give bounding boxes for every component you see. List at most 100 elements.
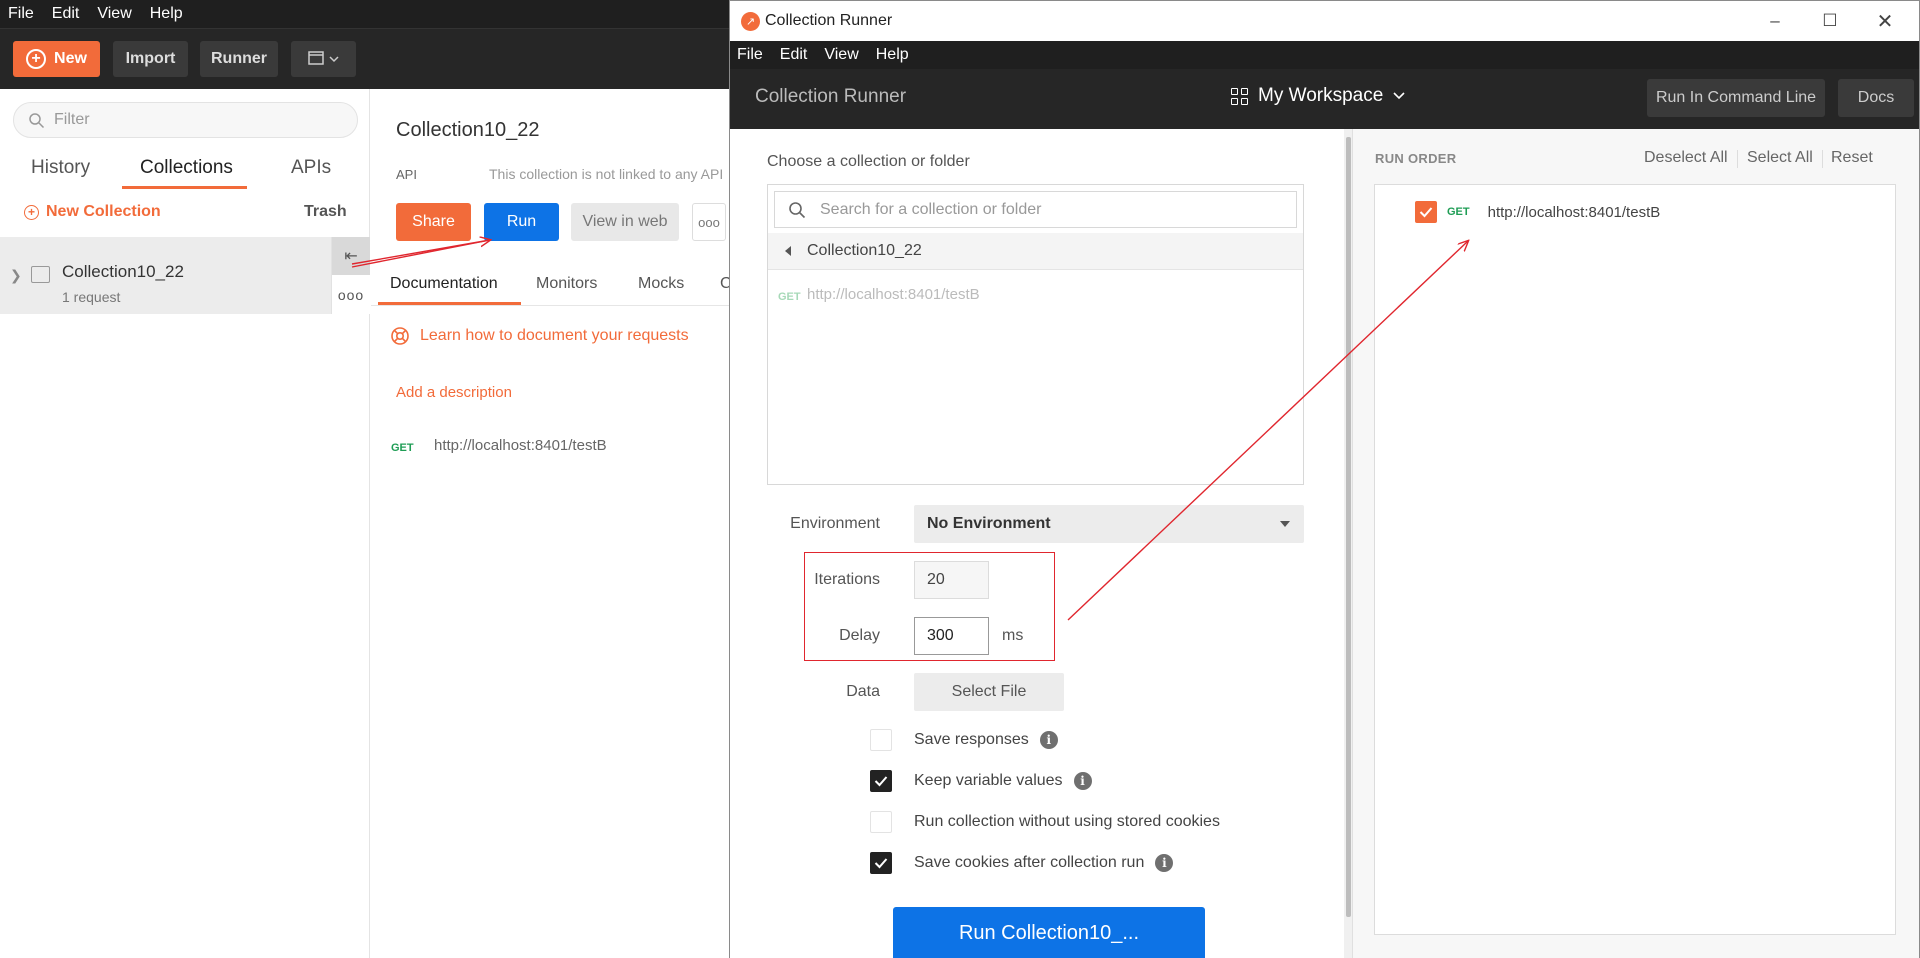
collection-search-placeholder: Search for a collection or folder [820,200,1042,218]
save-responses-checkbox[interactable] [870,729,892,751]
new-window-button[interactable] [291,41,356,77]
docs-button[interactable]: Docs [1838,79,1914,117]
deselect-all-button[interactable]: Deselect All [1644,149,1728,167]
help-icon [391,327,409,345]
environment-value: No Environment [927,515,1051,532]
collection-details-panel: Collection10_22 API This collection is n… [371,89,731,958]
minimize-icon[interactable]: – [1763,9,1787,33]
option-save-cookies: Save cookies after collection run i [870,852,1174,874]
new-collection-button[interactable]: + New Collection [24,203,161,221]
filter-input[interactable]: Filter [13,102,358,138]
new-button[interactable]: + New [13,41,100,77]
check-icon [1419,207,1433,218]
menu-help[interactable]: Help [150,5,183,23]
menu-file[interactable]: File [8,5,34,23]
workspace-name: My Workspace [1258,85,1384,106]
tab-history[interactable]: History [31,157,90,179]
tab-collections[interactable]: Collections [140,157,233,179]
collection-item[interactable]: ❯ Collection10_22 1 request [0,237,370,314]
tab-monitors[interactable]: Monitors [536,275,597,293]
view-in-web-button[interactable]: View in web [571,203,679,241]
search-icon [29,113,45,129]
info-icon[interactable]: i [1039,731,1058,749]
runner-button[interactable]: Runner [200,41,278,77]
menu-view[interactable]: View [97,5,131,23]
save-cookies-checkbox[interactable] [870,852,892,874]
run-in-command-line-button[interactable]: Run In Command Line [1647,79,1825,117]
collection-title: Collection10_22 [396,119,540,141]
choose-collection-label: Choose a collection or folder [767,153,970,170]
more-actions-button[interactable]: ooo [692,203,726,241]
collection-search-input[interactable]: Search for a collection or folder [774,191,1297,228]
run-order-item-checkbox[interactable] [1415,201,1437,223]
tab-documentation[interactable]: Documentation [390,275,498,293]
reset-button[interactable]: Reset [1831,149,1873,167]
keep-variable-values-checkbox[interactable] [870,770,892,792]
chevron-down-icon [1393,92,1405,100]
select-all-button[interactable]: Select All [1747,149,1813,167]
folder-icon [31,266,50,283]
window-plus-icon [307,51,339,65]
request-url[interactable]: http://localhost:8401/testB [807,286,980,303]
tab-divider [371,305,731,306]
environment-select[interactable]: No Environment [914,505,1304,543]
import-button[interactable]: Import [113,41,188,77]
run-order-panel: RUN ORDER Deselect All Select All Reset … [1352,129,1919,958]
run-order-list: GET http://localhost:8401/testB [1374,184,1896,935]
workspace-switcher[interactable]: My Workspace [1231,85,1405,107]
new-collection-label: New Collection [46,203,161,220]
chevron-right-icon[interactable]: ❯ [10,267,22,284]
menu-edit[interactable]: Edit [780,46,808,64]
option-label: Save responses [914,731,1029,748]
option-label: Save cookies after collection run [914,854,1145,871]
environment-label: Environment [790,515,880,532]
maximize-icon[interactable]: ☐ [1818,9,1842,33]
collection-breadcrumb[interactable]: Collection10_22 [768,233,1303,270]
request-url[interactable]: http://localhost:8401/testB [434,437,607,454]
learn-documentation-link[interactable]: Learn how to document your requests [390,326,689,346]
tab-apis[interactable]: APIs [291,157,331,179]
menu-view[interactable]: View [824,46,858,64]
run-without-cookies-checkbox[interactable] [870,811,892,833]
sidebar: Filter History Collections APIs + New Co… [0,89,370,958]
option-keep-variable-values: Keep variable values i [870,770,1092,792]
back-arrow-icon[interactable] [785,246,791,256]
info-icon[interactable]: i [1155,854,1174,872]
search-icon [789,202,806,219]
run-order-item[interactable]: GET http://localhost:8401/testB [1415,201,1660,223]
runner-config-panel: Choose a collection or folder Search for… [730,129,1344,958]
option-run-without-cookies: Run collection without using stored cook… [870,811,1220,833]
tab-mocks[interactable]: Mocks [638,275,684,293]
run-button[interactable]: Run [484,203,559,241]
scrollbar-thumb[interactable] [1346,137,1351,917]
active-tab-indicator [122,186,247,189]
data-label: Data [846,683,880,700]
run-collection-button[interactable]: Run Collection10_... [893,907,1205,958]
menu-help[interactable]: Help [876,46,909,64]
collection-name: Collection10_22 [62,262,184,281]
trash-button[interactable]: Trash [304,203,347,221]
runner-titlebar: ↗ Collection Runner – ☐ ✕ [730,1,1919,41]
request-method: GET [1447,206,1470,218]
filter-placeholder: Filter [54,111,90,128]
breadcrumb-label: Collection10_22 [807,242,922,259]
menu-file[interactable]: File [737,46,763,64]
select-file-button[interactable]: Select File [914,673,1064,711]
run-order-heading: RUN ORDER [1375,151,1457,166]
share-button[interactable]: Share [396,203,471,241]
add-description-link[interactable]: Add a description [396,384,512,401]
caret-down-icon [1280,521,1290,527]
learn-link-label: Learn how to document your requests [420,327,689,344]
collection-runner-window: ↗ Collection Runner – ☐ ✕ File Edit View… [729,0,1920,958]
info-icon[interactable]: i [1073,772,1092,790]
menu-edit[interactable]: Edit [52,5,80,23]
main-menubar: File Edit View Help [0,0,730,28]
collection-actions: ⇤ ooo [331,237,370,314]
runner-header-title: Collection Runner [755,86,907,107]
request-url: http://localhost:8401/testB [1487,203,1661,221]
option-label: Keep variable values [914,772,1063,789]
more-options-icon[interactable]: ooo [332,276,370,314]
close-icon[interactable]: ✕ [1873,9,1897,33]
collapse-panel-icon[interactable]: ⇤ [332,237,370,275]
grid-icon [1231,87,1248,105]
